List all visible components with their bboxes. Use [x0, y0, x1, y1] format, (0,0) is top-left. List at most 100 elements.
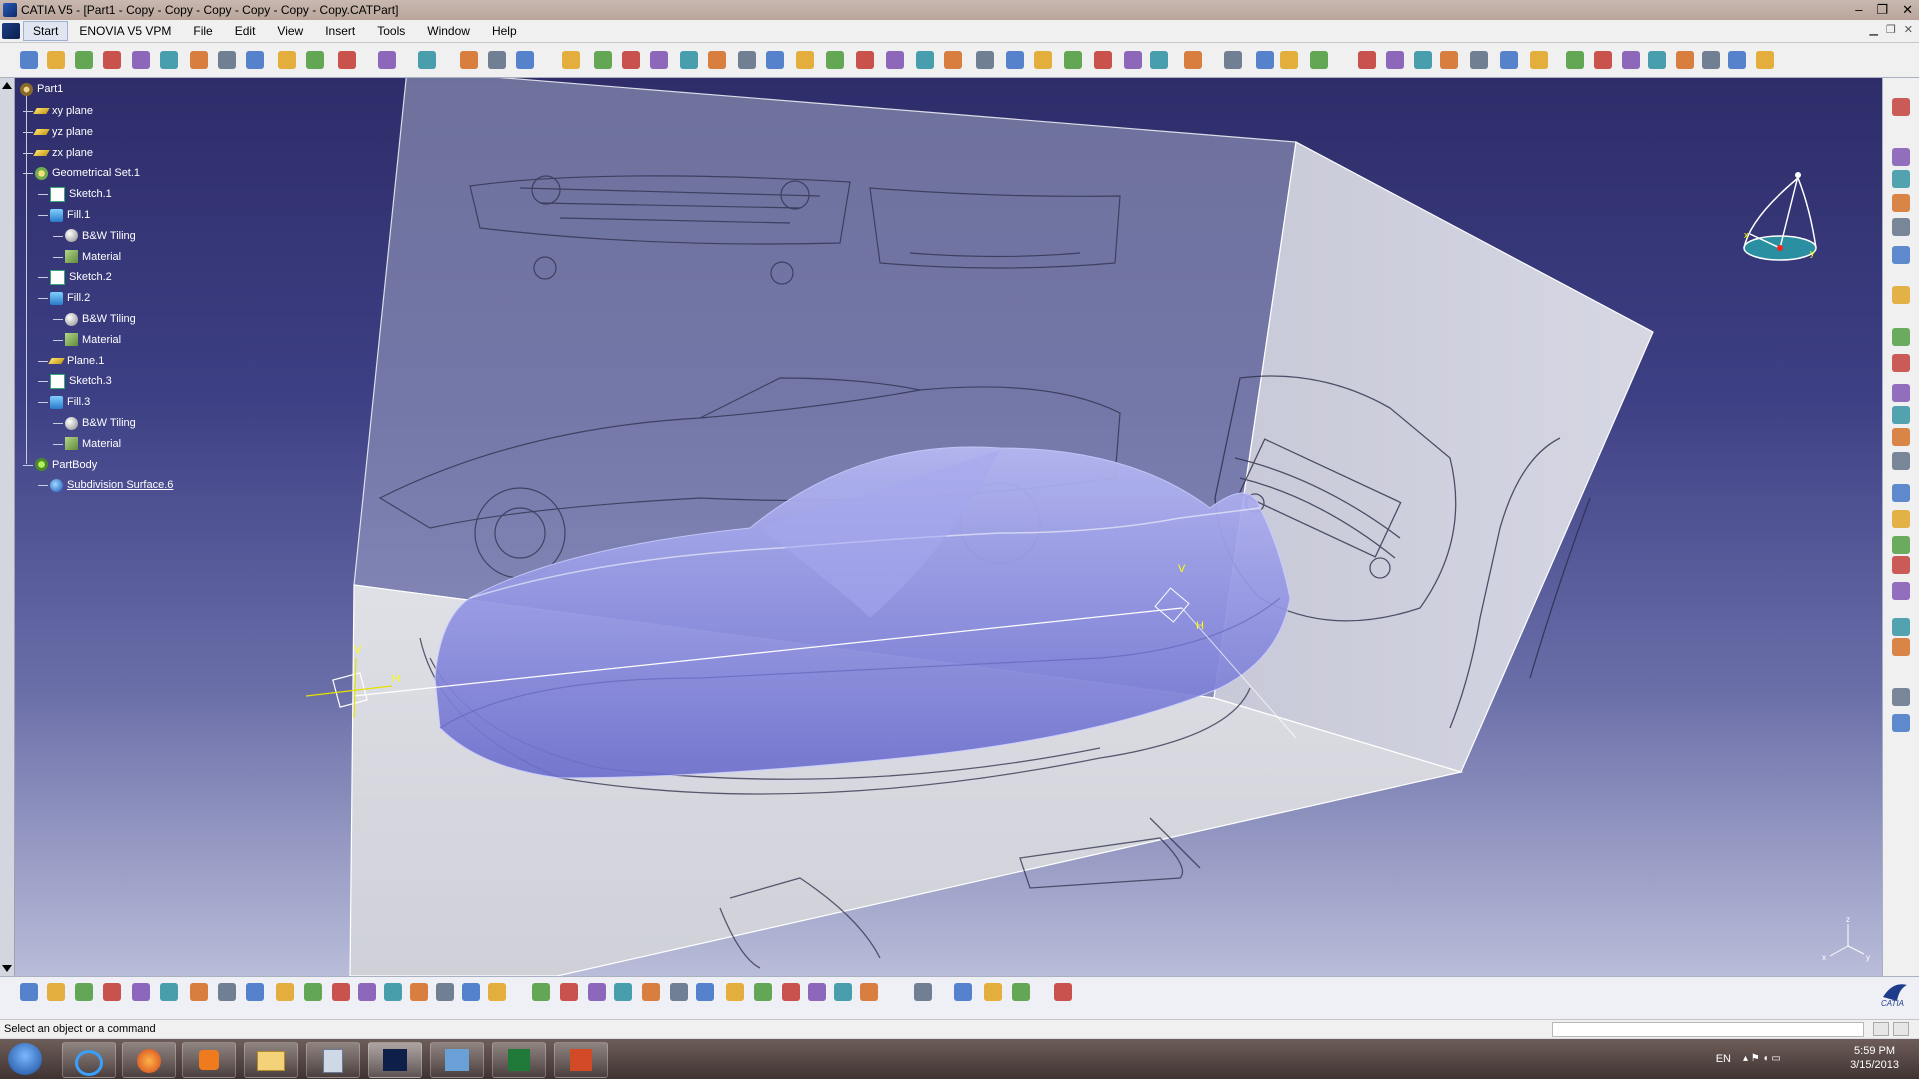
- right-tool-icon-12[interactable]: [1892, 428, 1910, 446]
- right-tool-icon-7[interactable]: [1892, 286, 1910, 304]
- tree-node[interactable]: Fill.3: [50, 393, 90, 411]
- tree-scroll-strip[interactable]: [0, 78, 15, 976]
- bottom-tool-icon-17[interactable]: [462, 983, 480, 1001]
- top-tool-icon-50[interactable]: [1530, 51, 1548, 69]
- menu-help[interactable]: Help: [481, 20, 528, 42]
- status-btn-1[interactable]: [1873, 1022, 1889, 1036]
- tree-node[interactable]: Sketch.3: [50, 372, 112, 390]
- top-tool-icon-33[interactable]: [1006, 51, 1024, 69]
- top-tool-icon-15[interactable]: [460, 51, 478, 69]
- control-panel-taskbar-icon[interactable]: [430, 1042, 484, 1078]
- tree-node[interactable]: Fill.1: [50, 206, 90, 224]
- top-tool-icon-7[interactable]: [190, 51, 208, 69]
- top-tool-icon-20[interactable]: [622, 51, 640, 69]
- bottom-tool-icon-20[interactable]: [560, 983, 578, 1001]
- bottom-tool-icon-4[interactable]: [103, 983, 121, 1001]
- tree-node[interactable]: Sketch.1: [50, 185, 112, 203]
- bottom-tool-icon-6[interactable]: [160, 983, 178, 1001]
- right-tool-icon-8[interactable]: [1892, 328, 1910, 346]
- tree-node[interactable]: B&W Tiling: [65, 414, 136, 432]
- right-tool-icon-18[interactable]: [1892, 582, 1910, 600]
- right-tool-icon-17[interactable]: [1892, 556, 1910, 574]
- scene[interactable]: V H V H x y z x y: [0, 78, 1882, 976]
- bottom-tool-icon-25[interactable]: [696, 983, 714, 1001]
- firefox-taskbar-icon[interactable]: [122, 1042, 176, 1078]
- tree-node[interactable]: Material: [65, 248, 121, 266]
- bottom-tool-icon-31[interactable]: [860, 983, 878, 1001]
- ie-taskbar-icon[interactable]: [62, 1042, 116, 1078]
- top-tool-icon-22[interactable]: [680, 51, 698, 69]
- explorer-taskbar-icon[interactable]: [244, 1042, 298, 1078]
- top-tool-icon-56[interactable]: [1702, 51, 1720, 69]
- top-tool-icon-30[interactable]: [916, 51, 934, 69]
- menu-window[interactable]: Window: [416, 20, 481, 42]
- language-indicator[interactable]: EN: [1716, 1053, 1731, 1065]
- top-tool-icon-9[interactable]: [246, 51, 264, 69]
- top-tool-icon-39[interactable]: [1184, 51, 1202, 69]
- right-tool-icon-11[interactable]: [1892, 406, 1910, 424]
- top-tool-icon-6[interactable]: [160, 51, 178, 69]
- bottom-tool-icon-5[interactable]: [132, 983, 150, 1001]
- top-tool-icon-19[interactable]: [594, 51, 612, 69]
- bottom-tool-icon-29[interactable]: [808, 983, 826, 1001]
- top-tool-icon-27[interactable]: [826, 51, 844, 69]
- top-tool-icon-31[interactable]: [944, 51, 962, 69]
- top-tool-icon-52[interactable]: [1594, 51, 1612, 69]
- top-tool-icon-44[interactable]: [1358, 51, 1376, 69]
- catia-taskbar-icon[interactable]: [368, 1042, 422, 1078]
- top-tool-icon-24[interactable]: [738, 51, 756, 69]
- top-tool-icon-55[interactable]: [1676, 51, 1694, 69]
- menu-file[interactable]: File: [182, 20, 223, 42]
- right-tool-icon-14[interactable]: [1892, 484, 1910, 502]
- bottom-tool-icon-24[interactable]: [670, 983, 688, 1001]
- top-tool-icon-41[interactable]: [1256, 51, 1274, 69]
- top-tool-icon-35[interactable]: [1064, 51, 1082, 69]
- top-tool-icon-4[interactable]: [103, 51, 121, 69]
- top-tool-icon-1[interactable]: [20, 51, 38, 69]
- bottom-tool-icon-15[interactable]: [410, 983, 428, 1001]
- tree-node[interactable]: B&W Tiling: [65, 310, 136, 328]
- top-tool-icon-51[interactable]: [1566, 51, 1584, 69]
- top-tool-icon-34[interactable]: [1034, 51, 1052, 69]
- tree-node[interactable]: Plane.1: [48, 352, 104, 370]
- tree-node[interactable]: PartBody: [35, 456, 97, 474]
- top-tool-icon-37[interactable]: [1124, 51, 1142, 69]
- bottom-tool-icon-10[interactable]: [276, 983, 294, 1001]
- doc-restore-button[interactable]: ❐: [1886, 23, 1896, 36]
- top-tool-icon-3[interactable]: [75, 51, 93, 69]
- right-tool-icon-5[interactable]: [1892, 218, 1910, 236]
- top-tool-icon-25[interactable]: [766, 51, 784, 69]
- right-tool-icon-6[interactable]: [1892, 246, 1910, 264]
- power-input-field[interactable]: [1552, 1022, 1864, 1037]
- top-tool-icon-40[interactable]: [1224, 51, 1242, 69]
- top-tool-icon-54[interactable]: [1648, 51, 1666, 69]
- top-tool-icon-58[interactable]: [1756, 51, 1774, 69]
- compass-icon[interactable]: x y: [1743, 172, 1817, 261]
- bottom-tool-icon-2[interactable]: [47, 983, 65, 1001]
- tree-node[interactable]: Sketch.2: [50, 268, 112, 286]
- clock[interactable]: 5:59 PM 3/15/2013: [1850, 1044, 1899, 1072]
- top-tool-icon-12[interactable]: [338, 51, 356, 69]
- top-tool-icon-57[interactable]: [1728, 51, 1746, 69]
- bottom-tool-icon-36[interactable]: [1054, 983, 1072, 1001]
- top-tool-icon-47[interactable]: [1440, 51, 1458, 69]
- top-tool-icon-42[interactable]: [1280, 51, 1298, 69]
- right-tool-icon-15[interactable]: [1892, 510, 1910, 528]
- top-tool-icon-32[interactable]: [976, 51, 994, 69]
- tree-node[interactable]: Subdivision Surface.6: [50, 476, 173, 494]
- bottom-tool-icon-26[interactable]: [726, 983, 744, 1001]
- powerpoint-taskbar-icon[interactable]: [554, 1042, 608, 1078]
- top-tool-icon-26[interactable]: [796, 51, 814, 69]
- right-tool-icon-19[interactable]: [1892, 618, 1910, 636]
- right-tool-icon-10[interactable]: [1892, 384, 1910, 402]
- top-tool-icon-53[interactable]: [1622, 51, 1640, 69]
- bottom-tool-icon-23[interactable]: [642, 983, 660, 1001]
- tree-node[interactable]: Material: [65, 435, 121, 453]
- menu-enovia[interactable]: ENOVIA V5 VPM: [68, 20, 182, 42]
- start-orb-icon[interactable]: [8, 1043, 42, 1075]
- top-tool-icon-17[interactable]: [516, 51, 534, 69]
- top-tool-icon-38[interactable]: [1150, 51, 1168, 69]
- bottom-tool-icon-9[interactable]: [246, 983, 264, 1001]
- bottom-tool-icon-13[interactable]: [358, 983, 376, 1001]
- top-tool-icon-21[interactable]: [650, 51, 668, 69]
